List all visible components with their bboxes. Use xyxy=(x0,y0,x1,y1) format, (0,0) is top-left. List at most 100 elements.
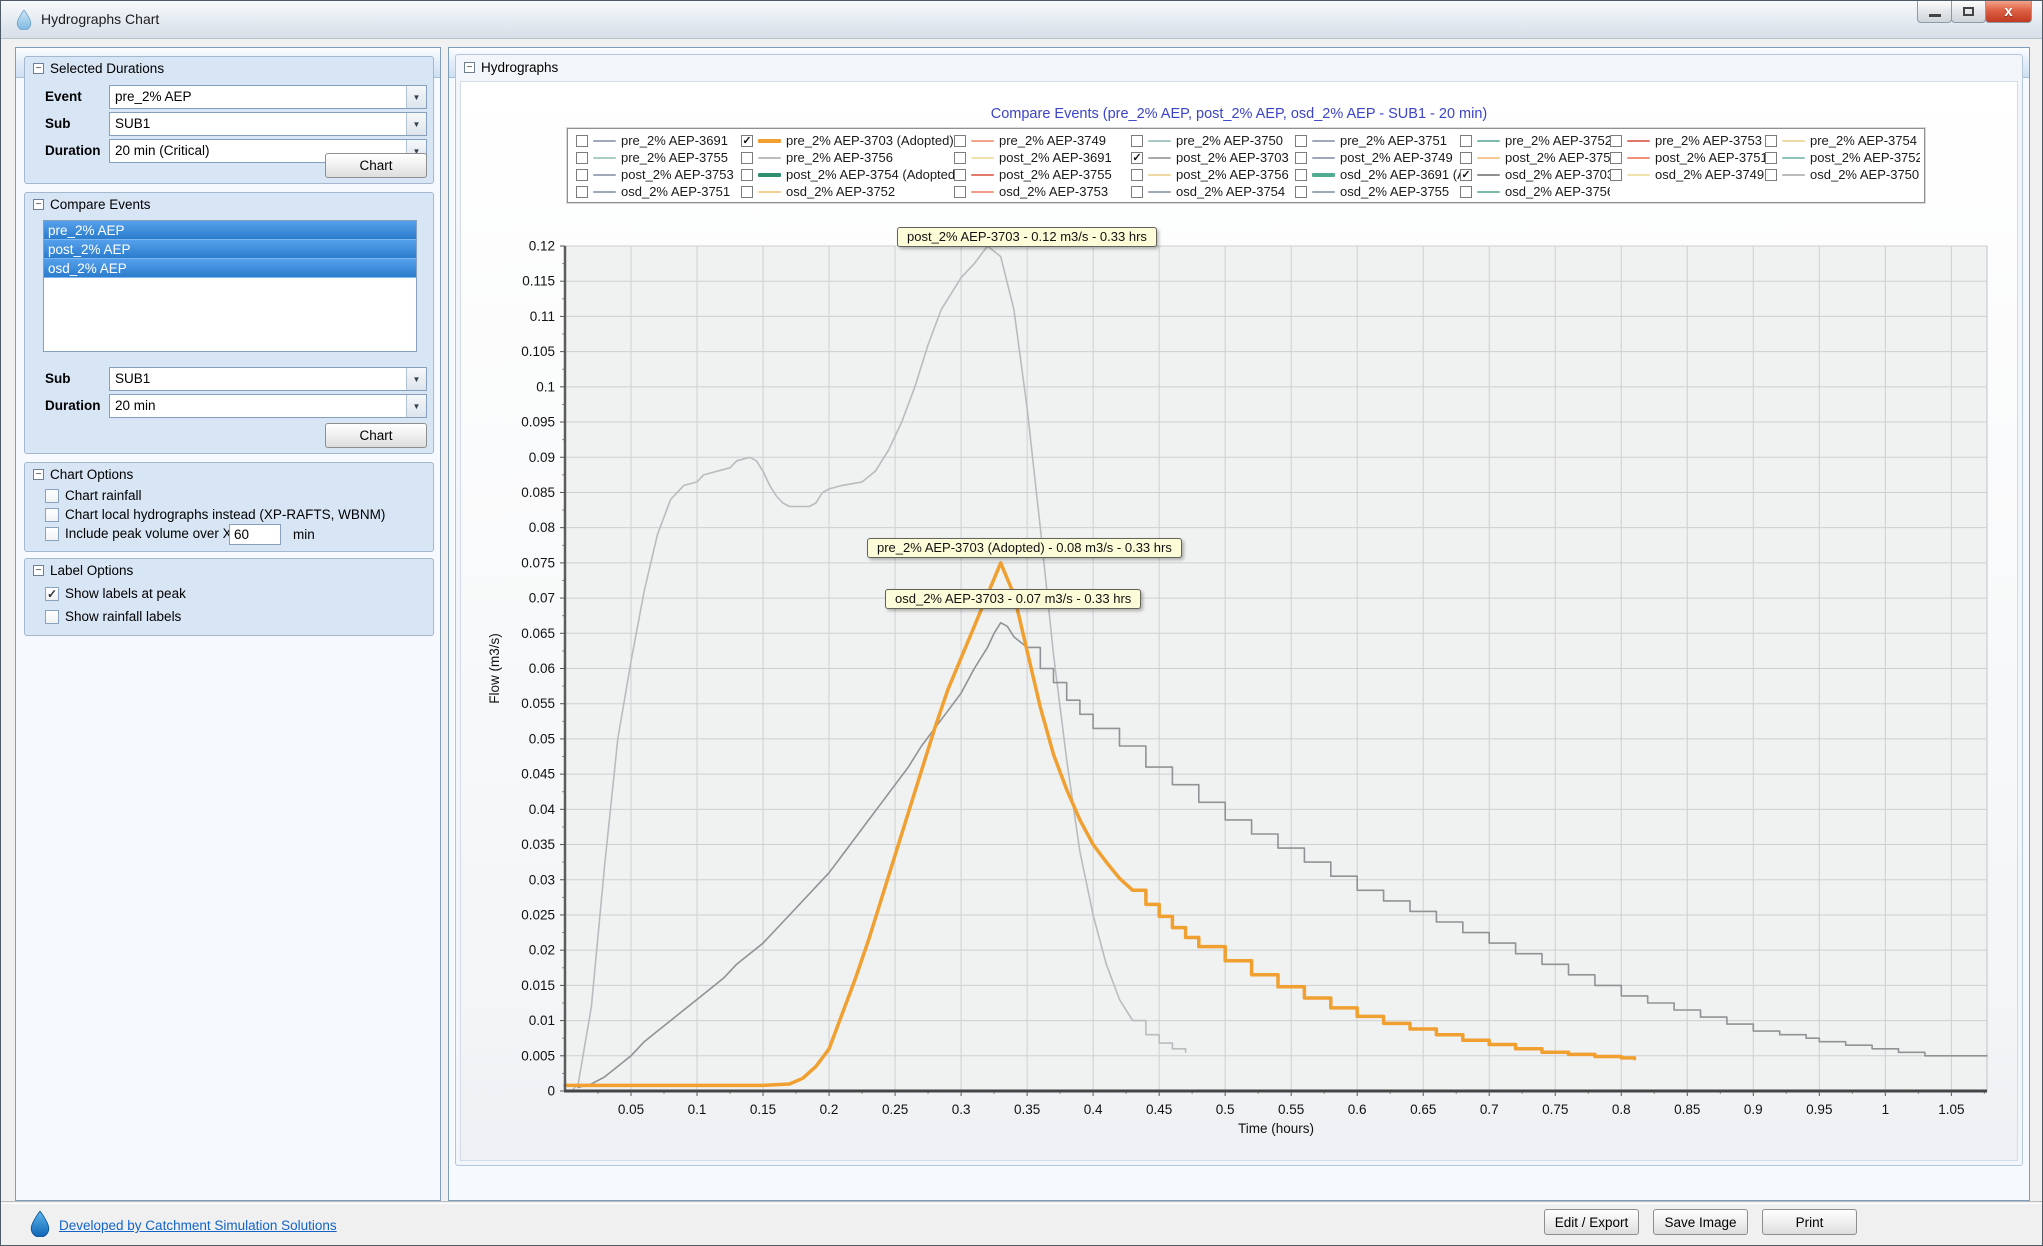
chart-rainfall-label: Chart rainfall xyxy=(65,488,142,503)
svg-text:0.75: 0.75 xyxy=(1542,1102,1568,1117)
minimize-icon xyxy=(1929,14,1941,17)
compare-events-title: Compare Events xyxy=(50,197,151,212)
print-button[interactable]: Print xyxy=(1762,1209,1857,1235)
sub-label: Sub xyxy=(45,116,71,131)
event-label: Event xyxy=(45,89,82,104)
svg-text:0.01: 0.01 xyxy=(529,1013,555,1028)
svg-text:1: 1 xyxy=(1882,1102,1890,1117)
chart-button[interactable]: Chart xyxy=(325,153,427,178)
sub-label: Sub xyxy=(45,371,71,386)
chart-local-hydrographs-checkbox[interactable] xyxy=(45,508,59,522)
show-labels-at-peak-label: Show labels at peak xyxy=(65,586,186,601)
chart-button[interactable]: Chart xyxy=(325,423,427,448)
svg-text:0.6: 0.6 xyxy=(1348,1102,1367,1117)
collapse-group-icon[interactable]: − xyxy=(33,469,44,480)
peak-volume-input[interactable] xyxy=(229,524,281,545)
collapse-group-icon[interactable]: − xyxy=(33,63,44,74)
svg-text:0.7: 0.7 xyxy=(1480,1102,1499,1117)
svg-text:0.35: 0.35 xyxy=(1014,1102,1040,1117)
svg-text:0.005: 0.005 xyxy=(521,1048,555,1063)
chart-plot: 0.050.10.150.20.250.30.350.40.450.50.550… xyxy=(461,82,2019,1162)
close-icon: x xyxy=(2004,3,2012,20)
compare-events-group: − Compare Events pre_2% AEPpost_2% AEPos… xyxy=(24,192,434,454)
svg-text:0.12: 0.12 xyxy=(529,239,555,254)
selected-durations-title: Selected Durations xyxy=(50,61,164,76)
dropdown-arrow-icon[interactable]: ▼ xyxy=(406,395,426,417)
edit-export-button[interactable]: Edit / Export xyxy=(1544,1209,1639,1235)
chart-options-group: − Chart Options Chart rainfall Chart loc… xyxy=(24,462,434,552)
save-image-button[interactable]: Save Image xyxy=(1653,1209,1748,1235)
show-rainfall-labels-label: Show rainfall labels xyxy=(65,609,181,624)
include-peak-volume-checkbox[interactable] xyxy=(45,527,59,541)
compare-event-item[interactable]: post_2% AEP xyxy=(44,240,416,259)
svg-text:0.85: 0.85 xyxy=(1674,1102,1700,1117)
svg-text:0.075: 0.075 xyxy=(521,555,555,570)
dropdown-arrow-icon[interactable]: ▼ xyxy=(406,86,426,108)
peak-value-label: post_2% AEP-3703 - 0.12 m3/s - 0.33 hrs xyxy=(897,227,1157,247)
show-labels-at-peak-checkbox[interactable] xyxy=(45,587,59,601)
compare-event-item[interactable]: pre_2% AEP xyxy=(44,221,416,240)
svg-text:0: 0 xyxy=(547,1084,555,1099)
minimize-button[interactable] xyxy=(1917,1,1952,23)
chart-local-hydrographs-label: Chart local hydrographs instead (XP-RAFT… xyxy=(65,507,385,522)
compare-duration-combo[interactable]: 20 min ▼ xyxy=(109,394,427,418)
svg-text:0.015: 0.015 xyxy=(521,978,555,993)
close-button[interactable]: x xyxy=(1985,1,2032,23)
svg-text:0.115: 0.115 xyxy=(522,274,555,289)
svg-text:0.55: 0.55 xyxy=(1278,1102,1304,1117)
svg-text:0.2: 0.2 xyxy=(820,1102,839,1117)
svg-text:0.02: 0.02 xyxy=(529,943,555,958)
svg-text:0.105: 0.105 xyxy=(521,344,555,359)
dropdown-arrow-icon[interactable]: ▼ xyxy=(406,368,426,390)
svg-text:0.095: 0.095 xyxy=(521,415,555,430)
window-title: Hydrographs Chart xyxy=(41,11,159,27)
svg-text:0.8: 0.8 xyxy=(1612,1102,1631,1117)
svg-text:0.025: 0.025 xyxy=(521,907,555,922)
compare-sub-value: SUB1 xyxy=(110,368,406,390)
app-window: Hydrographs Chart x Data « − Selected Du… xyxy=(0,0,2043,1246)
maximize-button[interactable] xyxy=(1951,1,1986,23)
svg-text:0.95: 0.95 xyxy=(1806,1102,1832,1117)
peak-volume-units-label: min xyxy=(293,527,315,542)
svg-text:0.4: 0.4 xyxy=(1084,1102,1103,1117)
svg-text:0.045: 0.045 xyxy=(521,767,555,782)
show-rainfall-labels-checkbox[interactable] xyxy=(45,610,59,624)
compare-events-list[interactable]: pre_2% AEPpost_2% AEPosd_2% AEP xyxy=(43,220,417,352)
compare-sub-combo[interactable]: SUB1 ▼ xyxy=(109,367,427,391)
sub-combo[interactable]: SUB1 ▼ xyxy=(109,112,427,136)
developer-credit-link[interactable]: Developed by Catchment Simulation Soluti… xyxy=(59,1218,337,1233)
svg-text:0.65: 0.65 xyxy=(1410,1102,1436,1117)
svg-text:0.45: 0.45 xyxy=(1146,1102,1172,1117)
collapse-group-icon[interactable]: − xyxy=(33,565,44,576)
charts-panel: Charts − Hydrographs Compare Events (pre… xyxy=(448,47,2030,1201)
svg-text:Time (hours): Time (hours) xyxy=(1238,1121,1314,1136)
dropdown-arrow-icon[interactable]: ▼ xyxy=(406,113,426,135)
svg-text:0.07: 0.07 xyxy=(529,591,555,606)
svg-text:0.09: 0.09 xyxy=(529,450,555,465)
label-options-title: Label Options xyxy=(50,563,133,578)
event-combo[interactable]: pre_2% AEP ▼ xyxy=(109,85,427,109)
svg-text:0.1: 0.1 xyxy=(688,1102,707,1117)
compare-event-item[interactable]: osd_2% AEP xyxy=(44,259,416,278)
peak-value-label: osd_2% AEP-3703 - 0.07 m3/s - 0.33 hrs xyxy=(885,589,1141,609)
svg-text:0.5: 0.5 xyxy=(1216,1102,1235,1117)
svg-text:0.035: 0.035 xyxy=(521,837,555,852)
svg-text:0.04: 0.04 xyxy=(529,802,556,817)
svg-text:0.05: 0.05 xyxy=(618,1102,644,1117)
svg-text:0.065: 0.065 xyxy=(521,626,555,641)
collapse-group-icon[interactable]: − xyxy=(33,199,44,210)
collapse-group-icon[interactable]: − xyxy=(464,62,475,73)
svg-text:0.05: 0.05 xyxy=(529,731,555,746)
duration-label: Duration xyxy=(45,398,101,413)
sub-value: SUB1 xyxy=(110,113,406,135)
svg-text:Flow (m3/s): Flow (m3/s) xyxy=(487,633,502,704)
duration-label: Duration xyxy=(45,143,101,158)
svg-text:0.055: 0.055 xyxy=(521,696,555,711)
chart-rainfall-checkbox[interactable] xyxy=(45,489,59,503)
hydrographs-group: − Hydrographs Compare Events (pre_2% AEP… xyxy=(455,54,2023,1166)
svg-text:1.05: 1.05 xyxy=(1938,1102,1964,1117)
app-icon xyxy=(15,10,33,30)
svg-text:0.08: 0.08 xyxy=(529,520,555,535)
svg-text:0.3: 0.3 xyxy=(952,1102,971,1117)
title-bar: Hydrographs Chart x xyxy=(1,1,2042,39)
